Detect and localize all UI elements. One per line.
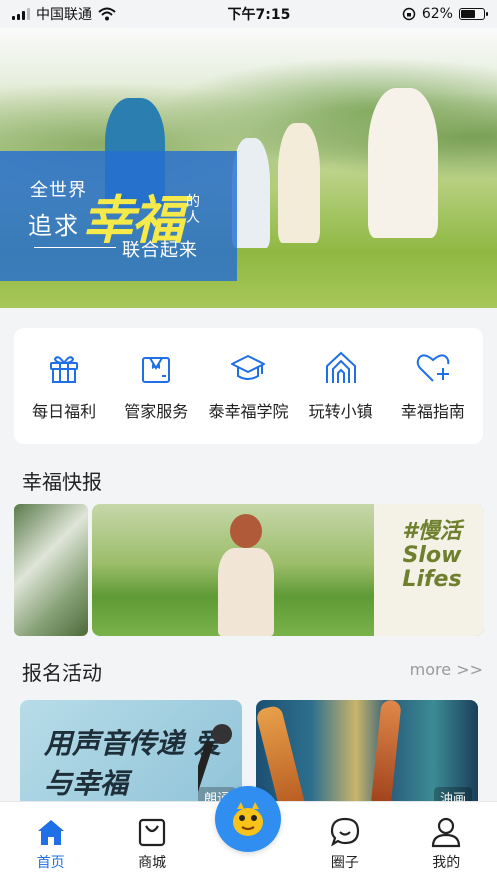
menu-item-daily-welfare[interactable]: 每日福利 <box>19 350 109 422</box>
chat-bubble-icon <box>330 817 359 847</box>
battery-icon <box>458 8 488 20</box>
hero-figure-mother <box>368 88 438 238</box>
news-section-title: 幸福快报 <box>22 470 102 494</box>
user-icon <box>432 817 461 848</box>
hero-banner[interactable]: 全世界 追求 幸福 的人 联合起来 <box>0 28 497 308</box>
news-person-figure <box>210 514 280 636</box>
status-left: 中国联通 <box>12 4 116 24</box>
tab-home[interactable]: 首页 <box>11 816 91 872</box>
shopping-bag-icon <box>138 818 166 847</box>
tab-mine[interactable]: 我的 <box>406 816 486 872</box>
hero-slogan-line1: 全世界 <box>30 180 87 201</box>
mascot-icon <box>233 802 263 836</box>
status-bar: 中国联通 下午7:15 62% <box>0 0 497 28</box>
hero-slogan-small: 的人 <box>186 194 200 226</box>
news-banner-text: #慢活 Slow Lifes <box>402 519 462 592</box>
tab-label: 商城 <box>138 855 167 871</box>
tab-label: 我的 <box>432 855 461 871</box>
battery-fill <box>460 10 475 18</box>
butler-icon <box>142 357 171 383</box>
tab-label: 圈子 <box>330 855 359 871</box>
hero-slogan-line2: 追求 <box>28 212 80 240</box>
gift-icon <box>50 356 79 383</box>
activity-card-recitation[interactable]: 用声音传递 爱与幸福 朗诵 <box>20 700 242 810</box>
hero-figure-boy <box>232 138 270 248</box>
menu-item-play-town[interactable]: 玩转小镇 <box>296 350 386 422</box>
heart-plus-icon <box>416 354 450 382</box>
rotation-lock-icon <box>402 7 416 21</box>
battery-percent: 62% <box>421 6 453 22</box>
activity-card-oil-painting[interactable]: 油画 <box>256 700 478 810</box>
news-carousel[interactable]: #慢活 Slow Lifes <box>0 504 497 636</box>
hero-slogan-line3: 联合起来 <box>122 240 198 261</box>
menu-label: 幸福指南 <box>400 402 465 421</box>
menu-item-happiness-academy[interactable]: 泰幸福学院 <box>203 350 293 422</box>
hero-figure-girl <box>278 123 320 243</box>
news-prev-card[interactable] <box>14 504 88 636</box>
menu-item-happiness-guide[interactable]: 幸福指南 <box>388 350 478 422</box>
hero-rule-bottom <box>34 247 116 248</box>
menu-label: 玩转小镇 <box>308 402 373 421</box>
menu-label: 每日福利 <box>32 402 97 421</box>
tab-circle[interactable]: 圈子 <box>305 816 385 872</box>
center-mascot-button[interactable] <box>215 786 281 852</box>
signal-icon <box>12 8 30 20</box>
tab-mall[interactable]: 商城 <box>112 816 192 872</box>
paintbrush-shape <box>370 700 402 810</box>
status-time: 下午7:15 <box>227 7 291 23</box>
news-slogan-banner: #慢活 Slow Lifes <box>374 504 484 636</box>
status-right: 62% <box>402 6 488 22</box>
menu-item-butler-service[interactable]: 管家服务 <box>111 350 201 422</box>
wifi-icon <box>98 7 116 21</box>
town-arch-icon <box>325 351 356 383</box>
activities-more-link[interactable]: more >> <box>410 660 483 679</box>
menu-label: 泰幸福学院 <box>208 402 289 421</box>
news-current-card[interactable]: #慢活 Slow Lifes <box>92 504 484 636</box>
home-icon <box>37 820 64 845</box>
quick-menu-card: 每日福利 管家服务 泰幸福学院 玩转小镇 幸福指南 <box>14 328 483 444</box>
graduation-cap-icon <box>231 355 266 380</box>
menu-label: 管家服务 <box>124 402 189 421</box>
tab-label: 首页 <box>36 855 65 871</box>
activities-section-title: 报名活动 <box>22 661 102 685</box>
carrier-label: 中国联通 <box>36 7 92 23</box>
